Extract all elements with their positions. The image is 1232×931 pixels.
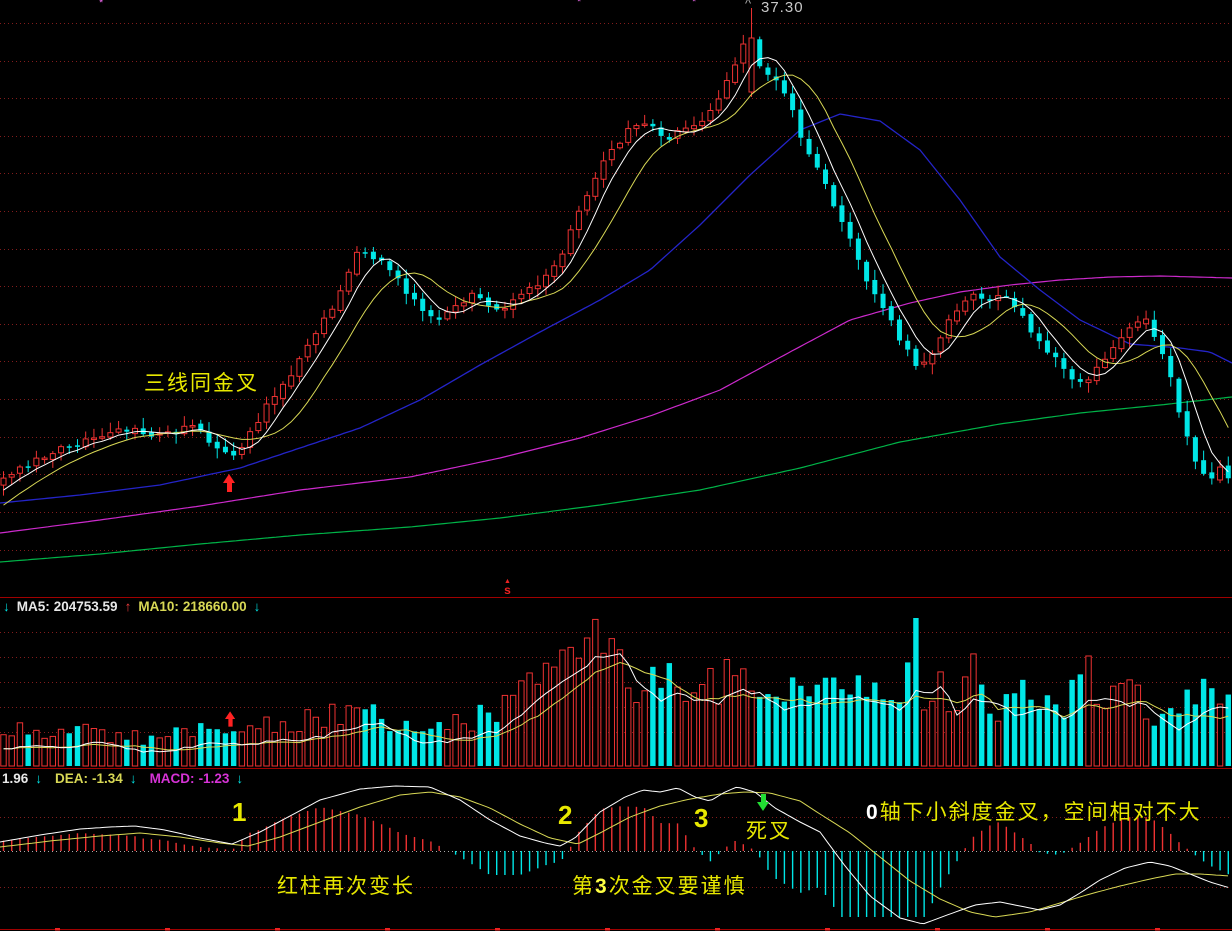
stock-chart-window: * * * ^ 37.30 三线同金叉 ▲ s ↓ MA5: 204753.59… — [0, 0, 1232, 931]
chart-canvas[interactable] — [0, 0, 1232, 931]
